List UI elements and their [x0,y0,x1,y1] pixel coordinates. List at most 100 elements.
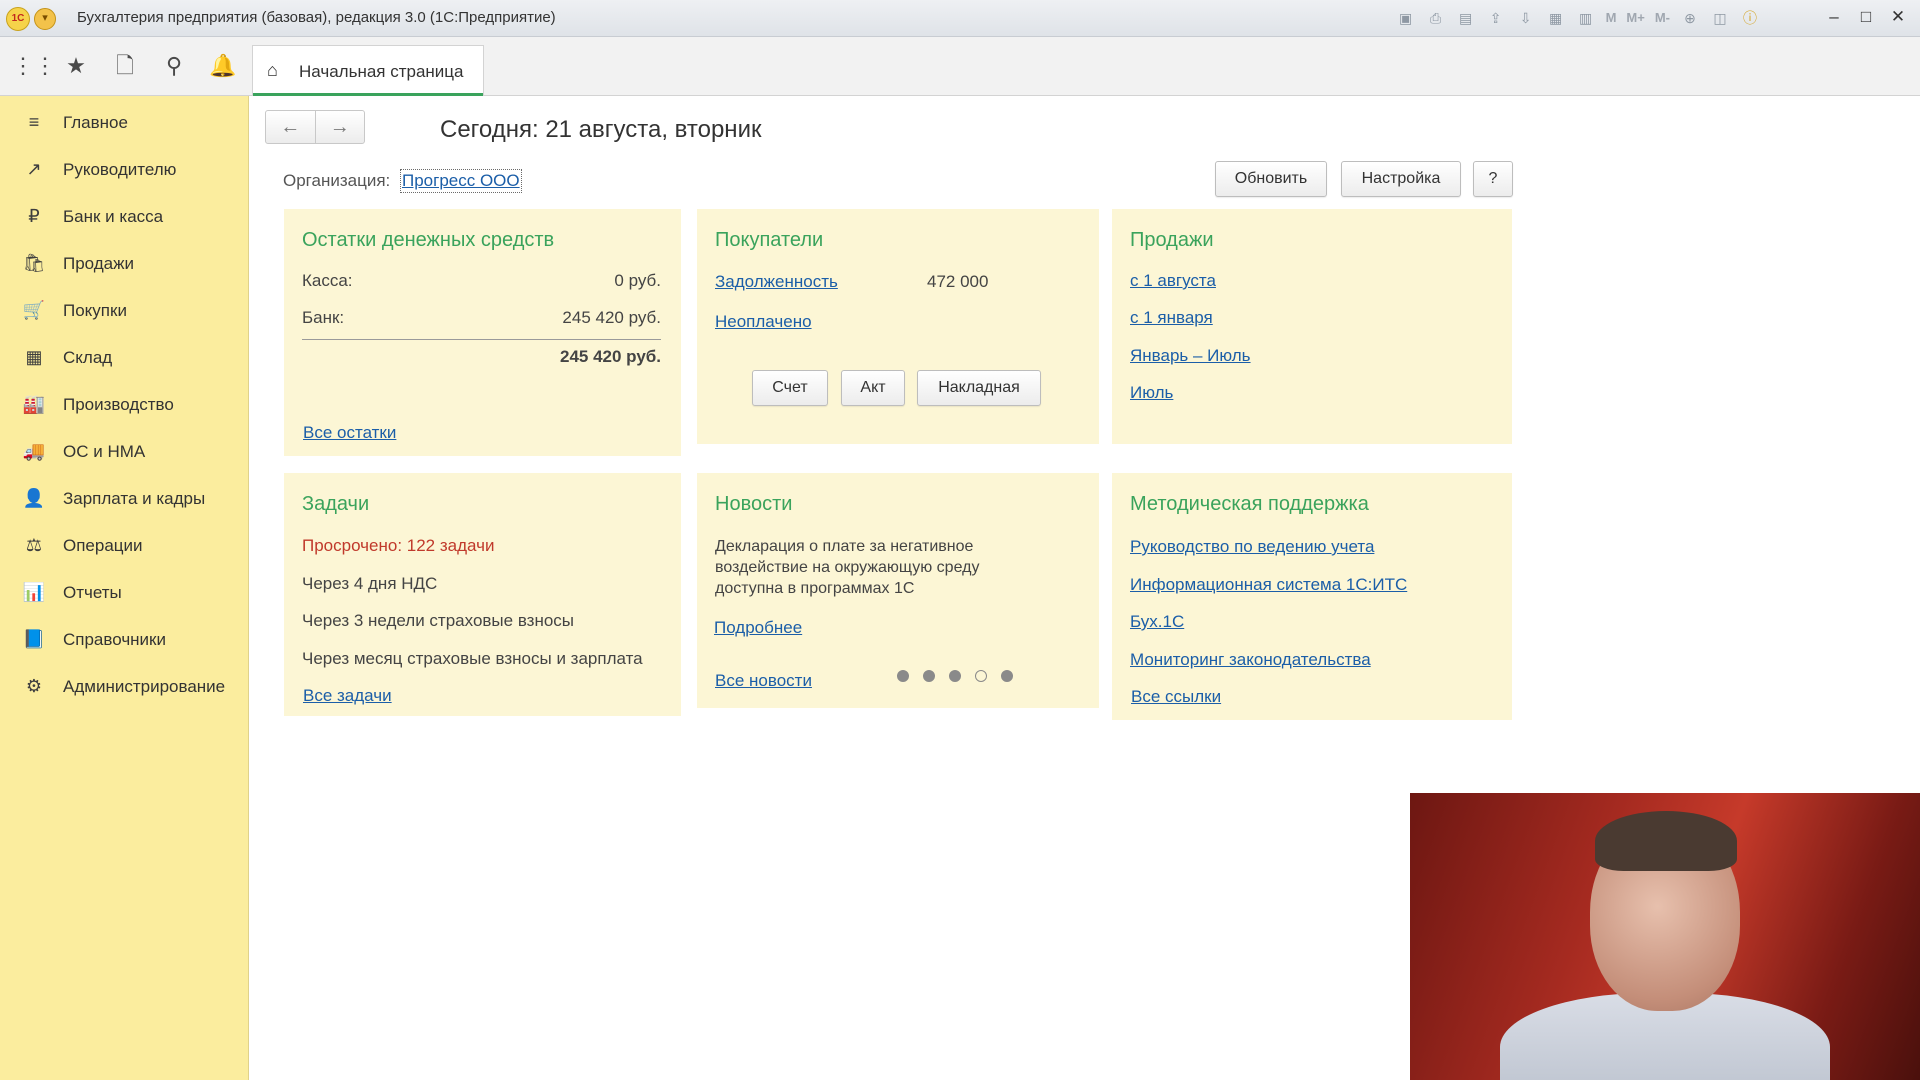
window-controls: – □ ✕ [1820,5,1912,29]
sidebar-item-label: Отчеты [63,582,122,602]
sidebar-item-purchases[interactable]: 🛒 Покупки [0,287,248,334]
page-title: Сегодня: 21 августа, вторник [440,116,762,143]
news-dot-active[interactable] [975,670,987,682]
tasks-title: Задачи [302,493,370,515]
sidebar-item-reports[interactable]: 📊 Отчеты [0,569,248,616]
favorites-icon[interactable]: ★ [61,51,91,81]
tab-label: Начальная страница [299,62,464,81]
buyers-panel: Покупатели Задолженность 472 000 Неоплач… [697,209,1099,444]
sales-title: Продажи [1130,229,1214,251]
truck-icon: 🚚 [22,441,46,461]
sales-link-july[interactable]: Июль [1130,383,1173,403]
all-tasks-link[interactable]: Все задачи [303,686,392,706]
sidebar-item-assets[interactable]: 🚚 ОС и НМА [0,428,248,475]
title-bar: 1С ▾ Бухгалтерия предприятия (базовая), … [0,0,1920,37]
news-dot[interactable] [923,670,935,682]
news-dot[interactable] [949,670,961,682]
sidebar-item-bank[interactable]: ₽ Банк и касса [0,193,248,240]
news-dot[interactable] [897,670,909,682]
support-link-guide[interactable]: Руководство по ведению учета [1130,537,1374,557]
scales-icon: ⚖ [25,535,43,555]
search-icon[interactable]: ⚲ [159,51,189,81]
kassa-label: Касса: [302,271,353,290]
upload-icon[interactable]: ⇪ [1486,8,1506,28]
cash-panel: Остатки денежных средств Касса: 0 руб. Б… [284,209,681,456]
webcam-overlay [1410,793,1920,1080]
sidebar-item-main[interactable]: ≡ Главное [0,99,248,146]
download-icon[interactable]: ⇩ [1516,8,1536,28]
cart-icon: 🛒 [22,300,46,320]
history-icon[interactable]: 🗋 [110,51,140,81]
debt-link[interactable]: Задолженность [715,272,838,292]
sidebar-item-operations[interactable]: ⚖ Операции [0,522,248,569]
memory-plus-button[interactable]: M+ [1626,8,1644,28]
forward-arrow-icon[interactable]: → [314,111,365,143]
maximize-icon[interactable]: □ [1852,5,1880,29]
app-logo-icon[interactable]: 1С [6,7,30,31]
close-icon[interactable]: ✕ [1884,5,1912,29]
waybill-button[interactable]: Накладная [917,370,1041,406]
app-menu-icon[interactable]: ▾ [34,8,56,30]
sidebar-item-label: ОС и НМА [63,441,146,461]
sidebar-item-sales[interactable]: 🛍 Продажи [0,240,248,287]
info-icon[interactable]: ⓘ [1740,8,1760,28]
support-link-monitoring[interactable]: Мониторинг законодательства [1130,650,1371,670]
sidebar-item-label: Банк и касса [63,206,164,226]
support-link-its[interactable]: Информационная система 1С:ИТС [1130,575,1407,595]
title-toolbar: ▣ ⎙ ▤ ⇪ ⇩ ▦ ▥ M M+ M- ⊕ ◫ ⓘ [1396,8,1760,28]
sales-link-august[interactable]: с 1 августа [1130,271,1216,291]
help-button[interactable]: ? [1473,161,1513,197]
bank-value: 245 420 руб. [562,308,661,327]
sidebar-item-directories[interactable]: 📘 Справочники [0,616,248,663]
task-item[interactable]: Через 3 недели страховые взносы [302,611,574,631]
sidebar-item-manager[interactable]: ↗ Руководителю [0,146,248,193]
memory-minus-button[interactable]: M- [1655,8,1670,28]
panels-icon[interactable]: ◫ [1710,8,1730,28]
sidebar-item-label: Справочники [63,629,166,649]
refresh-button[interactable]: Обновить [1215,161,1327,197]
sidebar-item-warehouse[interactable]: ▦ Склад [0,334,248,381]
zoom-icon[interactable]: ⊕ [1680,8,1700,28]
calculator-icon[interactable]: ▦ [1546,8,1566,28]
settings-button[interactable]: Настройка [1341,161,1461,197]
act-button[interactable]: Акт [841,370,905,406]
sidebar-item-admin[interactable]: ⚙ Администрирование [0,663,248,710]
task-item[interactable]: Через месяц страховые взносы и зарплата [302,649,643,669]
news-dot[interactable] [1001,670,1013,682]
tasks-panel: Задачи Просрочено: 122 задачи Через 4 дн… [284,473,681,716]
sidebar-item-production[interactable]: 🏭 Производство [0,381,248,428]
sidebar-item-salary[interactable]: 👤 Зарплата и кадры [0,475,248,522]
print-icon[interactable]: ⎙ [1426,8,1446,28]
home-icon: ⌂ [267,60,278,80]
calendar-icon[interactable]: ▥ [1576,8,1596,28]
back-arrow-icon[interactable]: ← [266,111,315,143]
debt-value: 472 000 [927,272,989,291]
sidebar: ≡ Главное ↗ Руководителю ₽ Банк и касса 🛍 Пр… [0,96,249,1080]
all-balances-link[interactable]: Все остатки [303,423,396,443]
all-news-link[interactable]: Все новости [715,671,812,691]
sidebar-item-label: Зарплата и кадры [63,488,206,508]
apps-grid-icon[interactable]: ⋮⋮ [12,51,56,81]
kassa-value: 0 руб. [614,271,661,290]
sidebar-item-label: Производство [63,394,174,414]
preview-icon[interactable]: ▤ [1456,8,1476,28]
unpaid-link[interactable]: Неоплачено [715,312,812,332]
all-links-link[interactable]: Все ссылки [1131,687,1221,707]
sales-link-jan-jul[interactable]: Январь – Июль [1130,346,1251,366]
task-item[interactable]: Через 4 дня НДС [302,574,437,594]
gear-icon: ⚙ [25,676,43,696]
support-link-buh[interactable]: Бух.1С [1130,612,1184,632]
tab-home[interactable]: ⌂ Начальная страница [252,45,484,96]
bell-icon[interactable]: 🔔 [208,51,238,81]
news-text: Декларация о плате за негативное воздейс… [715,538,980,597]
save-icon[interactable]: ▣ [1396,8,1416,28]
news-more-link[interactable]: Подробнее [714,618,802,638]
overdue-tasks[interactable]: Просрочено: 122 задачи [302,536,494,556]
invoice-button[interactable]: Счет [752,370,828,406]
org-link[interactable]: Прогресс ООО [400,169,522,193]
memory-m-button[interactable]: M [1606,8,1617,28]
sales-panel: Продажи с 1 августа с 1 января Январь – … [1112,209,1512,444]
sales-link-january[interactable]: с 1 января [1130,308,1213,328]
minimize-icon[interactable]: – [1820,5,1848,29]
news-panel: Новости Декларация о плате за негативное… [697,473,1099,708]
